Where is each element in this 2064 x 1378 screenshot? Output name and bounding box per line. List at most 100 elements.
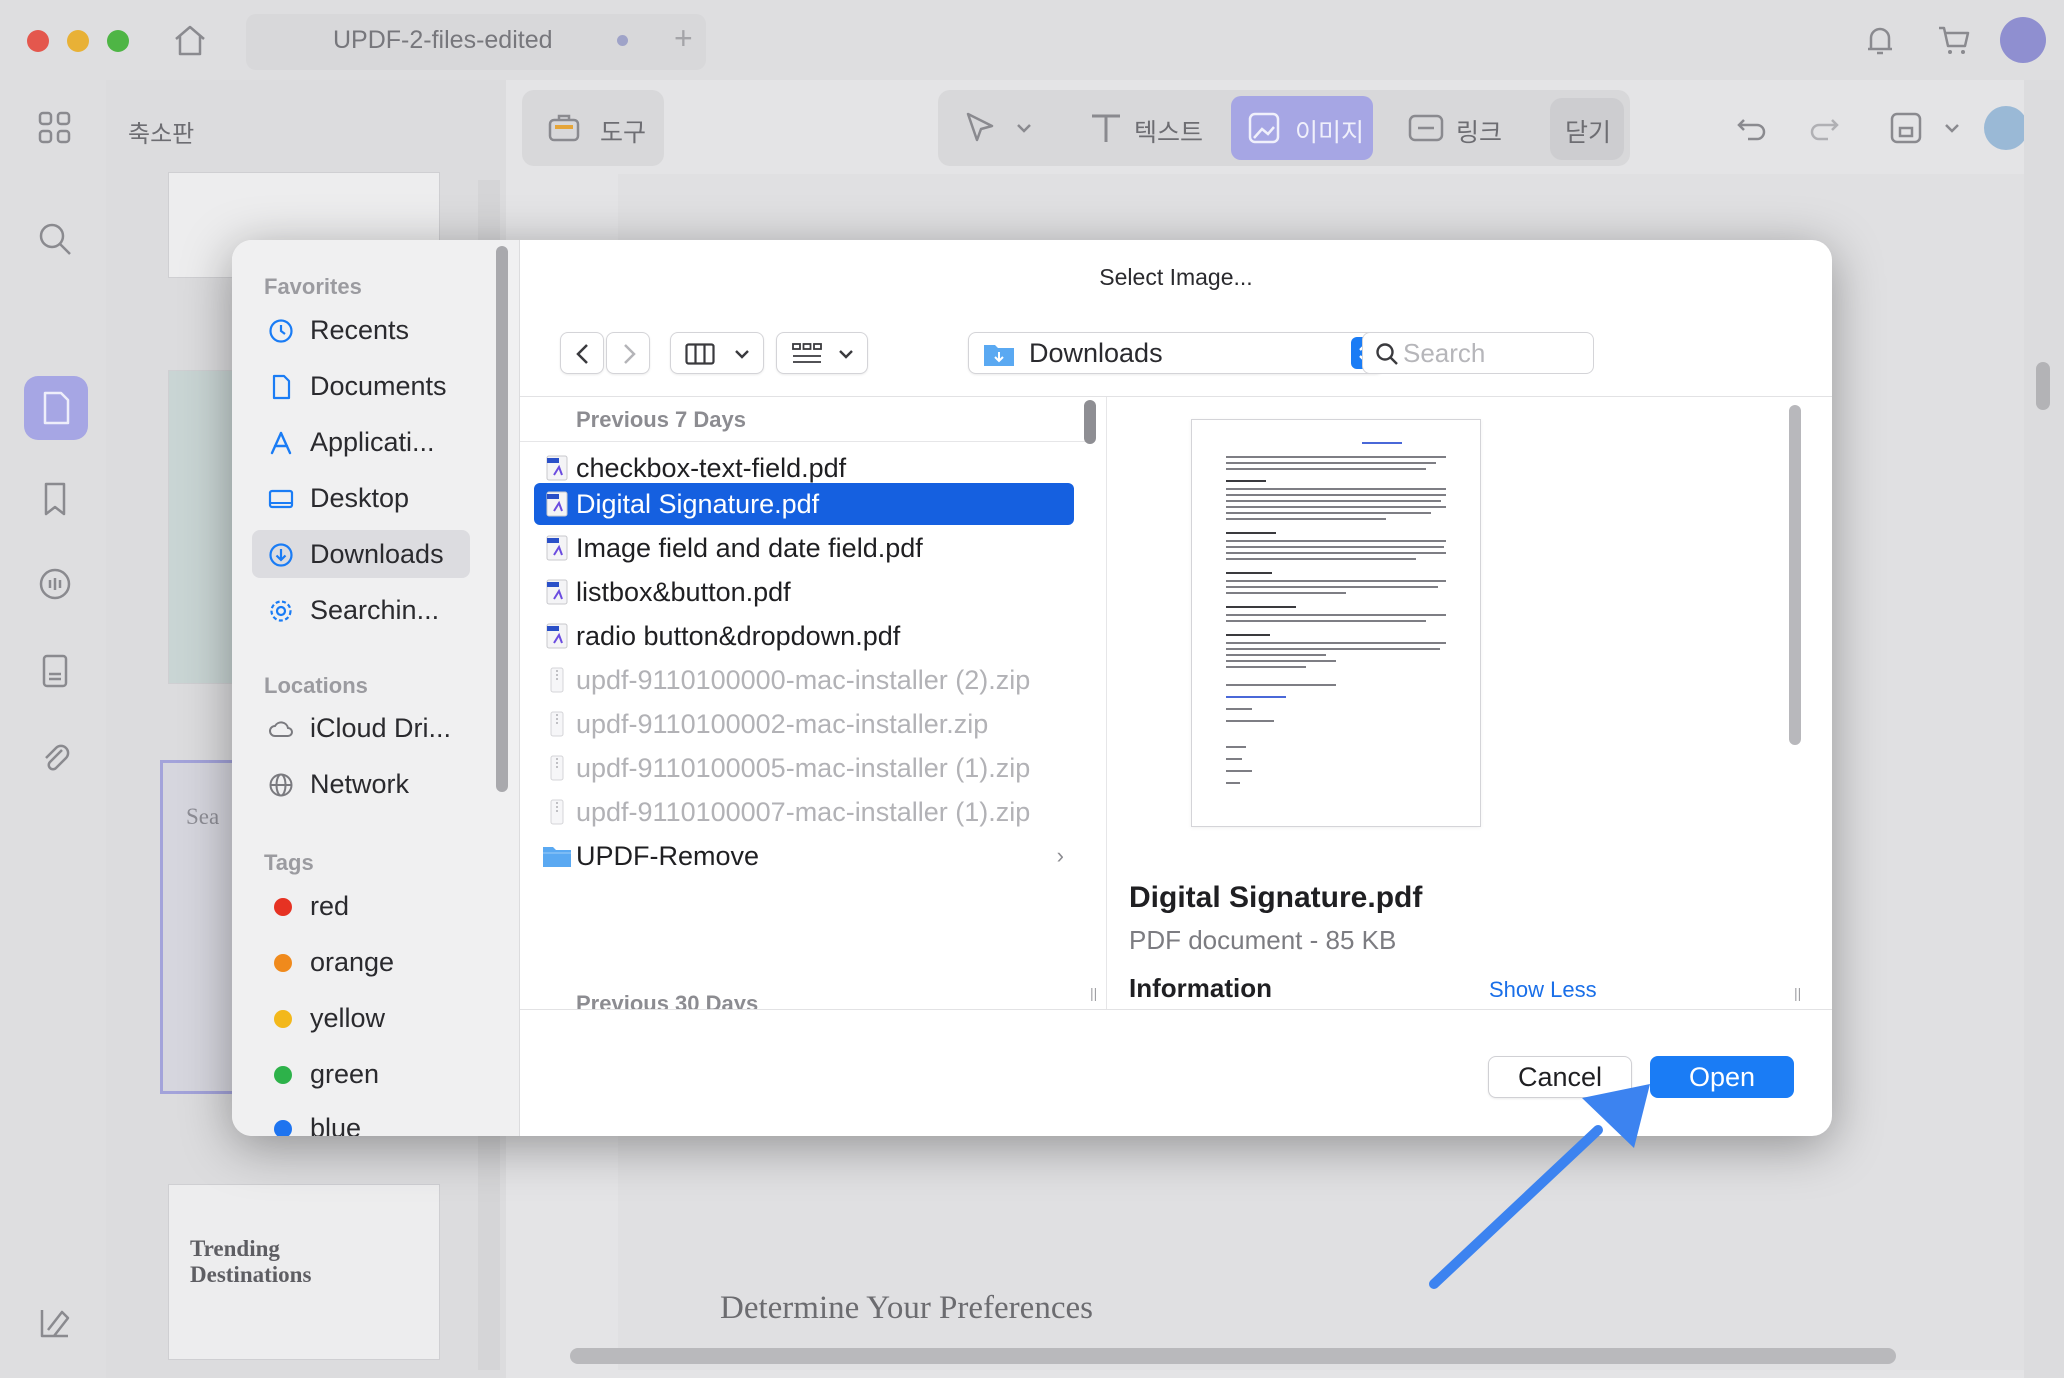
sidebar-item-label: orange bbox=[310, 947, 395, 977]
tag-color-dot bbox=[274, 898, 292, 916]
pdf-file-icon bbox=[546, 491, 568, 517]
sidebar-item-desktop[interactable]: Desktop bbox=[252, 474, 470, 522]
open-button[interactable]: Open bbox=[1650, 1056, 1794, 1098]
sidebar-item-label: Recents bbox=[310, 315, 410, 345]
sidebar-tag-yellow[interactable]: yellow bbox=[252, 994, 470, 1042]
link-tool-label[interactable]: 링크 bbox=[1456, 113, 1502, 149]
preview-info-header: Information bbox=[1129, 973, 1272, 1003]
document-icon bbox=[272, 374, 291, 400]
sidebar-item-documents[interactable]: Documents bbox=[252, 362, 470, 410]
file-row-disabled: updf-9110100005-mac-installer (1).zip bbox=[534, 747, 1074, 789]
home-icon[interactable] bbox=[170, 20, 210, 60]
tag-color-dot bbox=[274, 954, 292, 972]
sidebar-item-network[interactable]: Network bbox=[252, 760, 470, 808]
file-row[interactable]: listbox&button.pdf bbox=[534, 571, 1074, 613]
sidebar-tag-red[interactable]: red bbox=[252, 882, 470, 930]
chevron-down-icon bbox=[735, 350, 749, 359]
sidebar-item-applications[interactable]: Applicati... bbox=[252, 418, 470, 466]
chevron-right-icon bbox=[624, 344, 636, 364]
zip-file-icon bbox=[550, 799, 564, 825]
chevron-right-icon: › bbox=[1056, 843, 1064, 868]
close-window-button[interactable] bbox=[27, 30, 49, 52]
zoom-window-button[interactable] bbox=[107, 30, 129, 52]
cancel-button[interactable]: Cancel bbox=[1488, 1056, 1632, 1098]
search-input[interactable] bbox=[1403, 337, 1583, 369]
redo-icon[interactable] bbox=[1806, 110, 1842, 146]
back-button[interactable] bbox=[560, 332, 604, 374]
column-resize-handle[interactable]: || bbox=[1090, 985, 1097, 1001]
user-avatar[interactable] bbox=[2000, 17, 2046, 63]
sidebar-tag-orange[interactable]: orange bbox=[252, 938, 470, 986]
new-tab-plus-icon[interactable]: + bbox=[674, 20, 693, 57]
dialog-sidebar: Favorites Recents Documents Applicati...… bbox=[232, 240, 520, 1136]
tag-color-dot bbox=[274, 1120, 292, 1136]
sidebar-item-downloads[interactable]: Downloads bbox=[252, 530, 470, 578]
view-mode-button[interactable] bbox=[670, 332, 764, 374]
folder-icon bbox=[543, 847, 571, 867]
close-edit-label: 닫기 bbox=[1565, 119, 1612, 147]
file-row[interactable]: Image field and date field.pdf bbox=[534, 527, 1074, 569]
tags-header: Tags bbox=[264, 850, 314, 875]
preview-scrollbar[interactable] bbox=[1789, 405, 1801, 745]
file-row-disabled: updf-9110100007-mac-installer (1).zip bbox=[534, 791, 1074, 833]
pdf-file-icon bbox=[546, 535, 568, 561]
grid-icon[interactable] bbox=[34, 107, 76, 149]
file-name: Image field and date field.pdf bbox=[576, 533, 923, 563]
preview-resize-handle[interactable]: || bbox=[1794, 985, 1801, 1001]
sidebar-tag-green[interactable]: green bbox=[252, 1050, 470, 1098]
cart-icon[interactable] bbox=[1934, 20, 1974, 60]
file-row[interactable]: radio button&dropdown.pdf bbox=[534, 615, 1074, 657]
sidebar-item-label: Searchin... bbox=[310, 595, 440, 625]
show-less-link[interactable]: Show Less bbox=[1489, 977, 1597, 1003]
search-icon[interactable] bbox=[34, 218, 76, 260]
search-field[interactable] bbox=[1362, 332, 1594, 374]
file-row-selected[interactable]: Digital Signature.pdf bbox=[534, 483, 1074, 525]
sidebar-item-label: yellow bbox=[310, 1003, 386, 1033]
undo-icon[interactable] bbox=[1734, 110, 1770, 146]
downloads-folder-icon bbox=[984, 345, 1014, 366]
vertical-scrollbar[interactable] bbox=[2036, 362, 2050, 410]
zip-file-icon bbox=[550, 711, 564, 737]
save-icon[interactable] bbox=[1886, 108, 1926, 148]
folder-row[interactable]: UPDF-Remove › bbox=[534, 835, 1074, 877]
sidebar-tag-blue[interactable]: blue bbox=[252, 1104, 470, 1136]
forward-button[interactable] bbox=[606, 332, 650, 374]
locations-header: Locations bbox=[264, 673, 368, 698]
thumbnail-panel-title: 축소판 bbox=[128, 121, 195, 148]
text-tool-icon[interactable] bbox=[1086, 108, 1126, 148]
file-list-scrollbar[interactable] bbox=[1084, 400, 1096, 444]
sidebar-item-label: blue bbox=[310, 1113, 362, 1136]
preview-file-type: PDF document - 85 KB bbox=[1129, 925, 1397, 955]
pdf-file-icon bbox=[546, 455, 568, 481]
globe-icon bbox=[269, 773, 293, 797]
minimize-window-button[interactable] bbox=[67, 30, 89, 52]
folder-name: UPDF-Remove bbox=[576, 841, 760, 871]
horizontal-scrollbar[interactable] bbox=[570, 1348, 1896, 1364]
sidebar-item-label: green bbox=[310, 1059, 380, 1089]
comment-icon[interactable] bbox=[34, 564, 76, 606]
layers-icon[interactable] bbox=[34, 1302, 76, 1344]
sidebar-item-recents[interactable]: Recents bbox=[252, 306, 470, 354]
location-dropdown[interactable]: Downloads bbox=[968, 332, 1384, 374]
link-icon[interactable] bbox=[1406, 108, 1446, 148]
toolbox-icon bbox=[548, 114, 580, 142]
desktop-icon bbox=[268, 489, 294, 509]
cursor-icon[interactable] bbox=[960, 108, 1000, 148]
sidebar-item-label: Desktop bbox=[310, 483, 410, 513]
text-tool-label[interactable]: 텍스트 bbox=[1134, 113, 1203, 149]
chevron-down-icon[interactable] bbox=[1014, 118, 1034, 138]
bookmark-icon[interactable] bbox=[34, 478, 76, 520]
chevron-down-icon[interactable] bbox=[1942, 118, 1962, 138]
bell-icon[interactable] bbox=[1860, 20, 1900, 60]
group-mode-button[interactable] bbox=[776, 332, 868, 374]
file-list: Previous 7 Days checkbox-text-field.pdf … bbox=[520, 397, 1086, 1009]
ai-assistant-icon[interactable] bbox=[1984, 106, 2028, 150]
attachment-file-icon[interactable] bbox=[34, 650, 76, 692]
sidebar-item-searching[interactable]: Searchin... bbox=[252, 586, 470, 634]
file-name: updf-9110100002-mac-installer.zip bbox=[576, 709, 989, 739]
unsaved-dot-icon bbox=[617, 35, 628, 46]
paperclip-icon[interactable] bbox=[34, 736, 76, 778]
sidebar-item-icloud[interactable]: iCloud Dri... bbox=[252, 704, 470, 752]
location-label: Downloads bbox=[1029, 338, 1163, 368]
sidebar-scrollbar[interactable] bbox=[496, 246, 508, 792]
